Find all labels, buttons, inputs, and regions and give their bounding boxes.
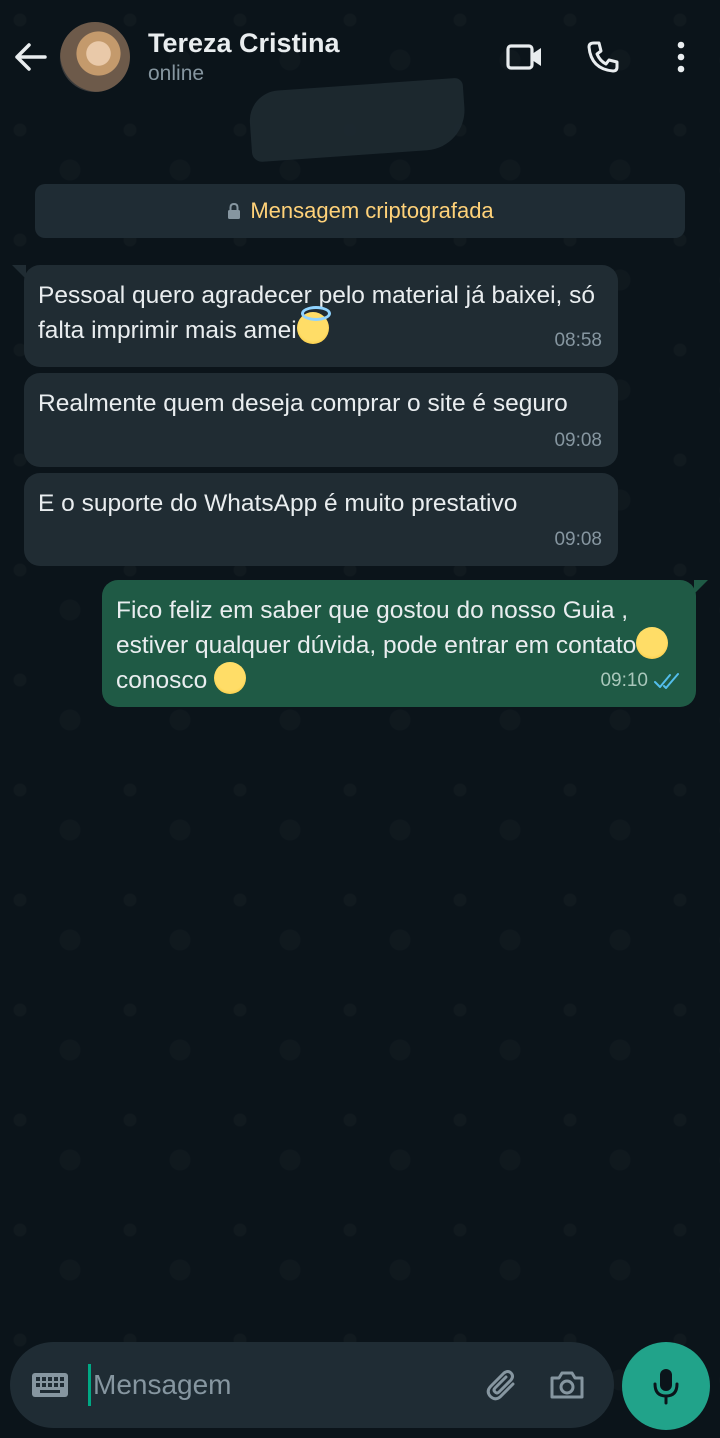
message-composer (10, 1342, 614, 1428)
message-bubble-incoming[interactable]: E o suporte do WhatsApp é muito prestati… (24, 473, 618, 566)
contact-name: Tereza Cristina (148, 28, 340, 58)
attach-icon (486, 1370, 515, 1401)
voice-message-button[interactable] (622, 1342, 710, 1430)
lock-icon (226, 202, 242, 220)
smiling-face-with-halo-emoji-icon (296, 306, 331, 344)
video-call-button[interactable] (486, 34, 564, 80)
bubble-tail (12, 265, 26, 279)
message-bubble-incoming[interactable]: Pessoal quero agradecer pelo material já… (12, 265, 618, 367)
contact-info[interactable]: Tereza Cristina online (148, 26, 340, 88)
video-call-icon (506, 44, 541, 70)
message-bubble-outgoing[interactable]: Fico feliz em saber que gostou do nosso … (102, 580, 708, 707)
mic-icon (653, 1369, 679, 1405)
double-check-icon (654, 672, 679, 689)
keyboard-button[interactable] (12, 1372, 88, 1398)
more-options-button[interactable] (642, 34, 720, 80)
contact-status: online (148, 62, 205, 85)
message-text-continued: conosco (116, 667, 215, 694)
message-meta: 09:10 (600, 664, 682, 697)
message-time: 09:08 (554, 430, 602, 451)
message-time: 09:08 (554, 529, 602, 550)
message-input[interactable] (93, 1369, 468, 1401)
bubble-tail (694, 580, 708, 594)
contact-avatar[interactable] (60, 22, 130, 92)
more-options-icon (677, 41, 685, 73)
attach-button[interactable] (468, 1355, 534, 1415)
saluting-face-emoji-icon (636, 627, 669, 659)
encryption-notice[interactable]: Mensagem criptografada (35, 184, 685, 238)
keyboard-icon (32, 1373, 68, 1397)
message-time: 09:10 (600, 670, 648, 691)
message-text: E o suporte do WhatsApp é muito prestati… (38, 490, 518, 517)
saluting-face-emoji-icon (214, 662, 247, 694)
encryption-notice-text: Mensagem criptografada (250, 198, 494, 223)
back-arrow-icon (15, 43, 47, 71)
message-time: 08:58 (554, 330, 602, 351)
phone-icon (587, 41, 619, 73)
back-button[interactable] (0, 22, 60, 92)
message-bubble-incoming[interactable]: Realmente quem deseja comprar o site é s… (24, 373, 618, 467)
voice-call-button[interactable] (564, 34, 642, 80)
camera-button[interactable] (534, 1355, 600, 1415)
camera-icon (550, 1371, 584, 1399)
message-text: Fico feliz em saber que gostou do nosso … (116, 597, 637, 659)
message-text: Realmente quem deseja comprar o site é s… (38, 390, 568, 417)
text-caret (88, 1364, 91, 1406)
